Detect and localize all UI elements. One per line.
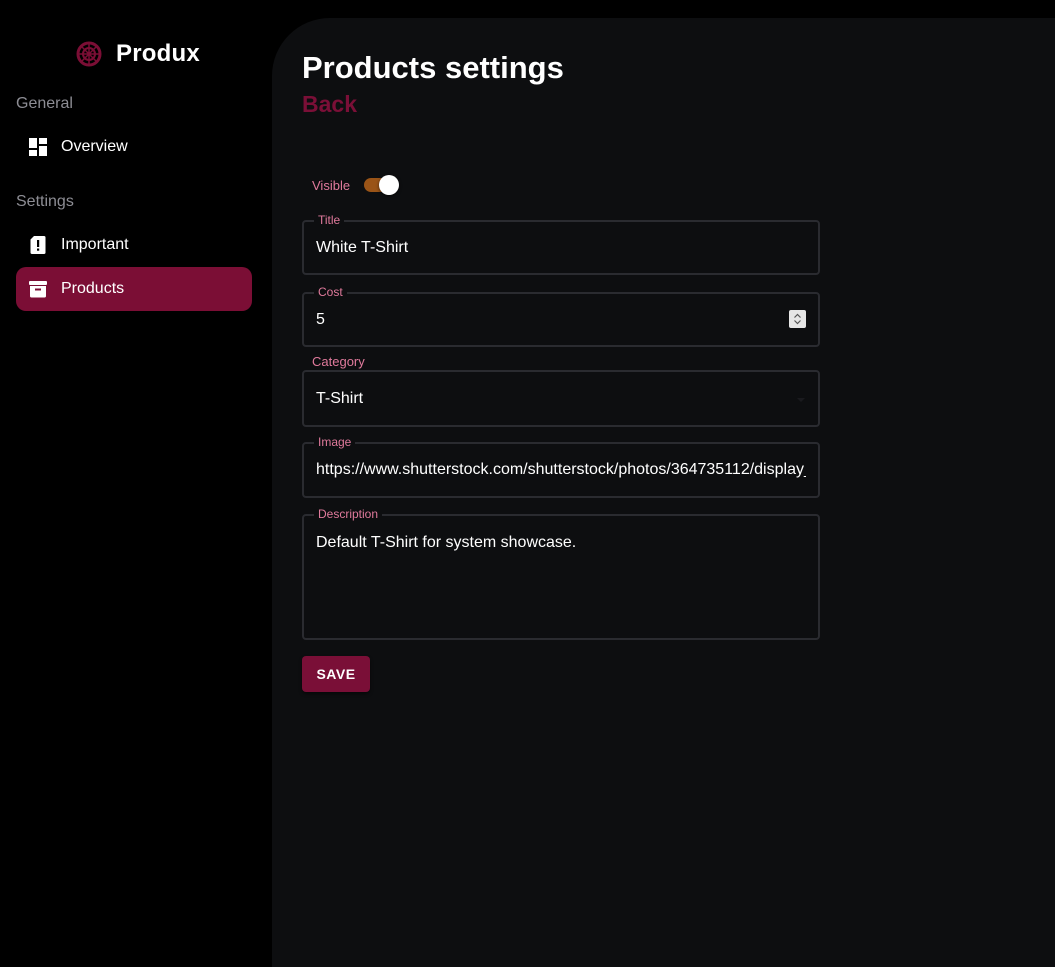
category-select[interactable]: T-Shirt — [302, 370, 820, 427]
sidebar-item-products[interactable]: Products — [16, 267, 252, 311]
chevron-down-icon — [797, 398, 805, 402]
sidebar-item-label: Products — [61, 280, 125, 297]
save-button[interactable]: SAVE — [302, 656, 370, 692]
sidebar-item-important[interactable]: Important — [16, 223, 252, 267]
produx-logo-icon — [76, 41, 102, 67]
image-field: Image https://www.shutterstock.com/shutt… — [302, 435, 820, 498]
visible-label: Visible — [312, 177, 351, 193]
image-url-input[interactable]: https://www.shutterstock.com/shutterstoc… — [316, 444, 806, 496]
back-link[interactable]: Back — [302, 91, 357, 118]
stepper-arrows-icon — [794, 313, 801, 325]
app-name: Produx — [116, 40, 200, 67]
toggle-thumb — [379, 175, 400, 195]
main-panel: Products settings Back Visible Title Whi… — [272, 18, 1055, 967]
sidebar-item-overview[interactable]: Overview — [16, 125, 252, 169]
section-label-general: General — [16, 95, 73, 112]
description-textarea[interactable]: Default T-Shirt for system showcase. — [316, 533, 806, 553]
title-field: Title White T-Shirt — [302, 213, 820, 275]
section-label-settings: Settings — [16, 193, 74, 210]
cost-stepper[interactable] — [789, 310, 806, 328]
brand[interactable]: Produx — [76, 38, 200, 70]
sidebar: Produx General Overview Settings Importa… — [0, 0, 272, 967]
visible-toggle-row: Visible — [312, 174, 400, 196]
sidebar-item-label: Important — [61, 236, 129, 253]
important-card-icon — [30, 236, 46, 254]
description-field-label: Description — [314, 507, 383, 521]
category-label: Category — [312, 354, 365, 369]
sidebar-item-label: Overview — [61, 138, 128, 155]
category-value: T-Shirt — [316, 389, 364, 407]
page-title: Products settings — [302, 50, 564, 85]
title-input[interactable]: White T-Shirt — [316, 222, 806, 273]
cost-input[interactable]: 5 — [316, 294, 778, 345]
description-field: Description Default T-Shirt for system s… — [302, 507, 820, 640]
cost-field: Cost 5 — [302, 285, 820, 347]
archive-box-icon — [29, 281, 47, 298]
dashboard-icon — [29, 138, 47, 156]
visible-toggle[interactable] — [362, 174, 400, 196]
